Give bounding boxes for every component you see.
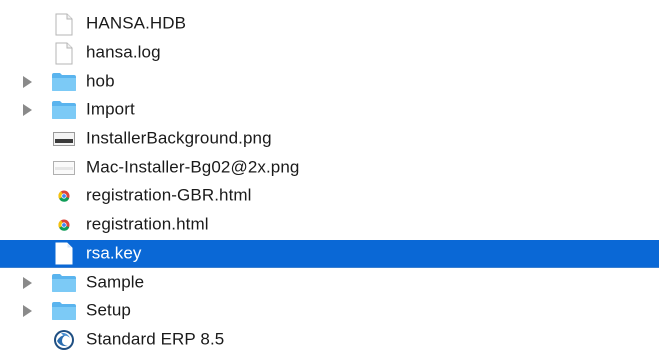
file-name: registration.html — [86, 214, 209, 234]
file-name: HANSA.HDB — [86, 13, 187, 33]
folder-name: Setup — [86, 300, 131, 320]
standard-erp-app-icon — [51, 328, 77, 352]
chrome-html-icon — [51, 213, 77, 237]
file-row-mac-installer-bg-png[interactable]: Mac-Installer-Bg02@2x.png — [0, 153, 659, 182]
folder-row-import[interactable]: Import — [0, 96, 659, 125]
image-thumbnail-icon — [51, 156, 77, 180]
folder-name: Sample — [86, 272, 145, 292]
folder-row-hob[interactable]: hob — [0, 67, 659, 96]
file-row-registration-html[interactable]: registration.html — [0, 211, 659, 240]
folder-icon — [51, 271, 77, 295]
file-name: InstallerBackground.png — [86, 128, 272, 148]
folder-name: Import — [86, 100, 135, 120]
document-icon — [51, 242, 77, 266]
folder-row-sample[interactable]: Sample — [0, 268, 659, 297]
file-row-hansa-log[interactable]: hansa.log — [0, 39, 659, 68]
file-row-registration-gbr-html[interactable]: registration-GBR.html — [0, 182, 659, 211]
file-row-rsa-key[interactable]: rsa.key — [0, 239, 659, 269]
file-name: registration-GBR.html — [86, 186, 252, 206]
folder-icon — [51, 98, 77, 122]
disclosure-triangle-icon[interactable] — [23, 305, 32, 318]
folder-name: hob — [86, 71, 115, 91]
folder-icon — [51, 299, 77, 323]
app-row-standard-erp[interactable]: Standard ERP 8.5 — [0, 326, 659, 354]
file-row-hansa-hdb[interactable]: HANSA.HDB — [0, 10, 659, 39]
file-name: Mac-Installer-Bg02@2x.png — [86, 157, 300, 177]
file-name: rsa.key — [86, 243, 142, 263]
file-row-installerbackground-png[interactable]: InstallerBackground.png — [0, 125, 659, 154]
disclosure-triangle-icon[interactable] — [23, 104, 32, 117]
document-icon — [51, 41, 77, 65]
app-name: Standard ERP 8.5 — [86, 329, 225, 349]
disclosure-triangle-icon[interactable] — [23, 75, 32, 88]
document-icon — [51, 12, 77, 36]
image-thumbnail-icon — [51, 127, 77, 151]
folder-row-setup[interactable]: Setup — [0, 297, 659, 326]
chrome-html-icon — [51, 184, 77, 208]
disclosure-triangle-icon[interactable] — [23, 276, 32, 289]
folder-icon — [51, 70, 77, 94]
file-name: hansa.log — [86, 42, 161, 62]
file-list: HANSA.HDB hansa.log hob Import Installer… — [0, 10, 659, 354]
